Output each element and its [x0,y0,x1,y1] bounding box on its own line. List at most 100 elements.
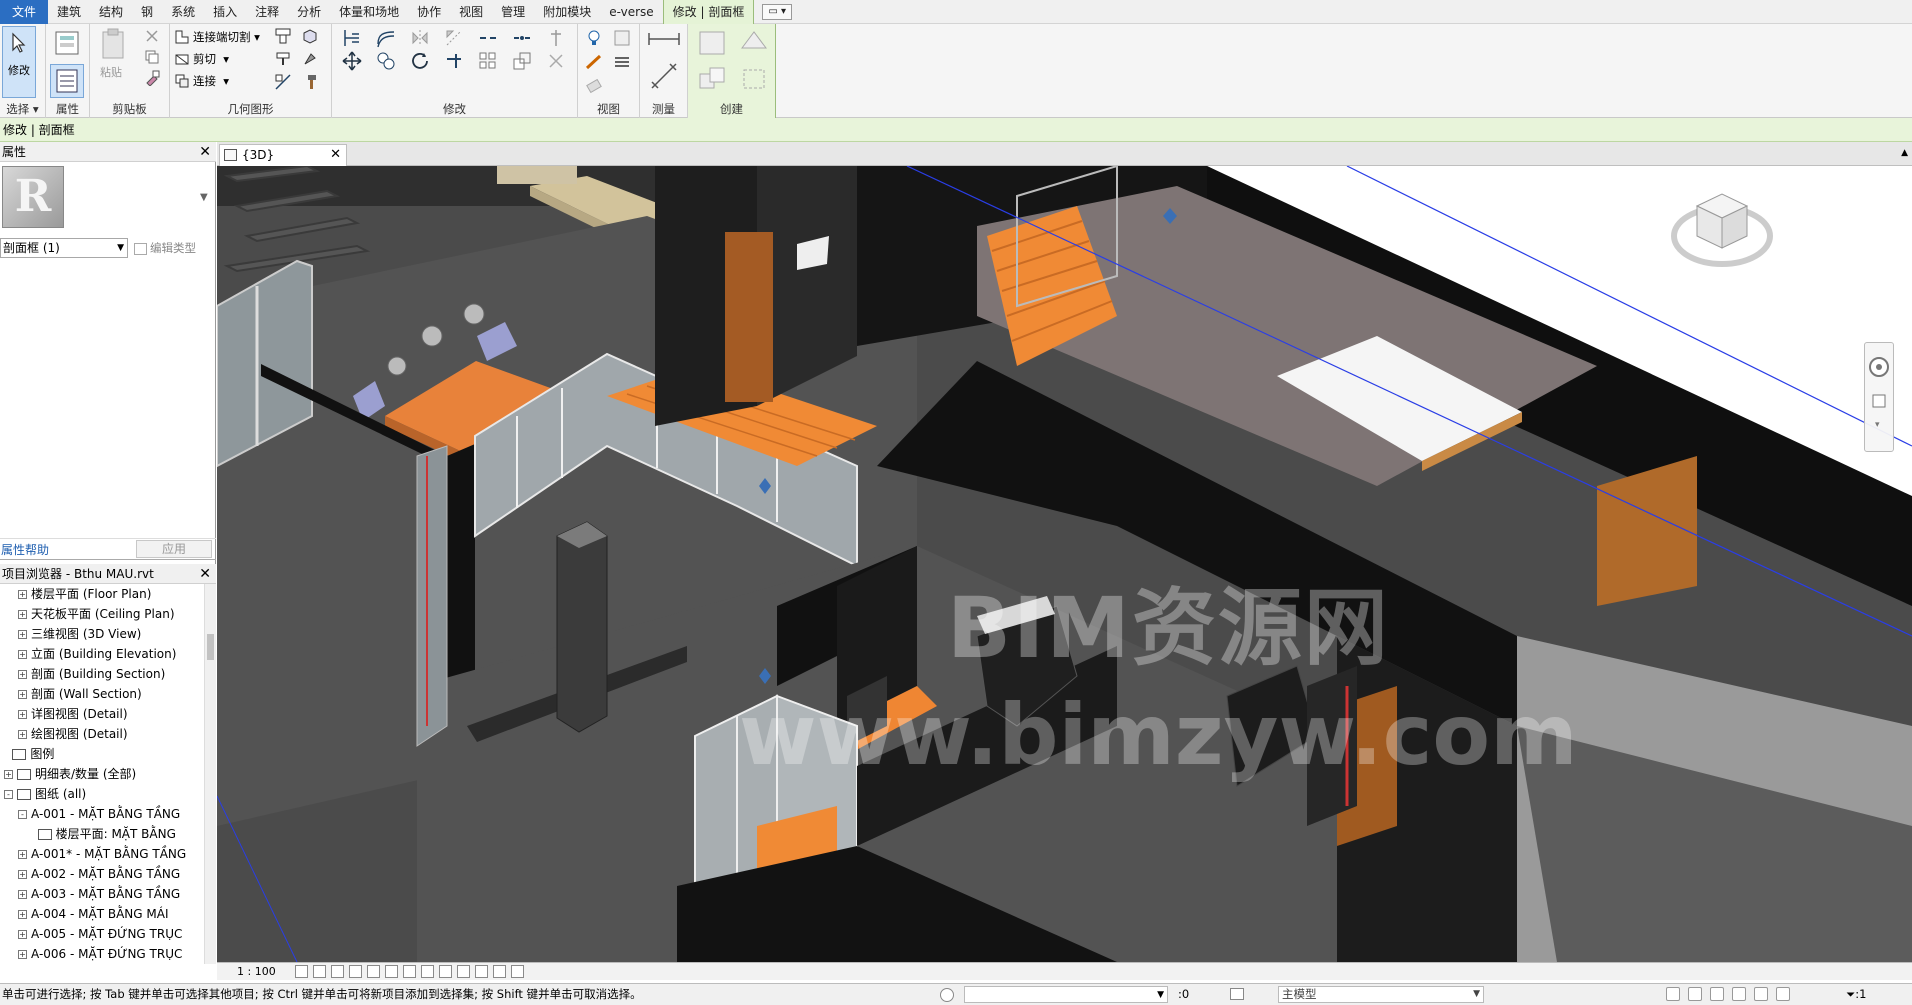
tree-item[interactable]: - A-001 - MẶT BẰNG TẦNG [0,804,204,824]
tree-item[interactable]: + 楼层平面 (Floor Plan) [0,584,204,604]
tree-item[interactable]: + A-004 - MẶT BẰNG MÁI [0,904,204,924]
hammer-icon[interactable] [301,73,319,91]
mirror-axis-icon[interactable] [410,28,430,48]
create-similar-icon[interactable] [738,64,770,94]
apply-button[interactable]: 应用 [136,540,212,558]
tree-item[interactable]: - 图纸 (all) [0,784,204,804]
show-crop-icon[interactable] [421,965,434,978]
tree-item[interactable]: 图例 [0,744,204,764]
sun-path-icon[interactable] [331,965,344,978]
expand-icon[interactable]: + [18,670,27,679]
background-process-icon[interactable] [1776,987,1790,1001]
array-icon[interactable] [478,51,498,71]
tab-ribbon-3[interactable]: 钢 [132,0,162,24]
analytical-model-icon[interactable] [475,965,488,978]
expand-icon[interactable]: + [18,910,27,919]
tab-ribbon-12[interactable]: 附加模块 [534,0,600,24]
tree-item[interactable]: + A-001* - MẶT BẰNG TẦNG [0,844,204,864]
expand-icon[interactable]: + [18,730,27,739]
tree-item[interactable]: + A-003 - MẶT BẰNG TẦNG [0,884,204,904]
highlight-displacement-icon[interactable] [493,965,506,978]
mirror-draw-icon[interactable] [444,28,464,48]
type-selector-dropdown[interactable]: 剖面框 (1) ▼ [0,238,128,258]
override-graphics-icon[interactable] [612,28,632,48]
tree-item[interactable]: 楼层平面: MẶT BẰNG [0,824,204,844]
expand-icon[interactable]: + [18,710,27,719]
linework-icon[interactable] [584,52,604,72]
expand-icon[interactable]: + [18,950,27,959]
tab-ribbon-1[interactable]: 建筑 [48,0,90,24]
split-element-icon[interactable] [478,28,498,48]
tree-item[interactable]: + 三维视图 (3D View) [0,624,204,644]
select-underlay-icon[interactable] [1688,987,1702,1001]
cut-scissors-icon[interactable] [144,28,160,44]
visual-style-icon[interactable] [313,965,326,978]
select-links-icon[interactable] [1666,987,1680,1001]
close-icon[interactable]: ✕ [330,145,341,165]
zoom-icon[interactable] [1872,394,1886,408]
hide-bulb-icon[interactable] [584,28,604,48]
pin-icon[interactable] [546,28,566,48]
create-assembly-icon[interactable] [696,28,728,58]
tab-ribbon-10[interactable]: 视图 [450,0,492,24]
tree-item[interactable]: + 详图视图 (Detail) [0,704,204,724]
tree-item[interactable]: + 立面 (Building Elevation) [0,644,204,664]
edit-type-button[interactable]: 编辑类型 [134,240,196,256]
properties-toggle-button[interactable] [50,64,84,98]
tree-item[interactable]: + 绘图视图 (Detail) [0,724,204,744]
workset-dropdown[interactable]: ▼ [964,986,1168,1003]
tree-item[interactable]: + A-006 - MẶT ĐỨNG TRỤC [0,944,204,964]
paint-icon[interactable] [274,50,292,68]
tab-modify-section-box[interactable]: 修改 | 剖面框 [662,0,755,24]
paste-icon[interactable] [100,28,126,60]
tab-ribbon-8[interactable]: 体量和场地 [330,0,408,24]
copy-icon[interactable] [144,49,160,65]
shadows-icon[interactable] [349,965,362,978]
design-option-dropdown[interactable]: 主模型 ▼ [1278,986,1484,1003]
expand-icon[interactable]: + [18,610,27,619]
unpin-icon[interactable] [546,51,566,71]
expand-icon[interactable]: + [18,690,27,699]
view-tab-3d[interactable]: {3D} ✕ [219,144,347,166]
chevron-down-icon[interactable]: ▼ [200,192,208,203]
cut-geometry-button[interactable]: 剪切 ▾ [174,49,229,69]
dimension-icon[interactable] [648,60,680,92]
tab-ribbon-13[interactable]: e-verse [600,0,662,24]
rotate-icon[interactable] [410,51,430,71]
chevron-down-icon[interactable]: ▾ [1875,420,1880,430]
collapse-icon[interactable]: - [18,810,27,819]
eraser-icon[interactable] [584,76,604,96]
scrollbar-thumb[interactable] [207,634,214,660]
select-pinned-icon[interactable] [1710,987,1724,1001]
split-tool-icon[interactable] [274,73,292,91]
tree-item[interactable]: + 天花板平面 (Ceiling Plan) [0,604,204,624]
close-icon[interactable]: ✕ [199,142,211,162]
connect-cut-button[interactable]: 连接端切割 ▾ [174,27,260,47]
join-geometry-button[interactable]: 连接 ▾ [174,71,229,91]
wall-joins-icon[interactable] [274,27,292,45]
temporary-hide-icon[interactable] [439,965,452,978]
tree-item[interactable]: + 明细表/数量 (全部) [0,764,204,784]
copy-element-icon[interactable] [376,51,396,71]
line-weight-icon[interactable] [612,52,632,72]
tab-file[interactable]: 文件 [0,0,49,24]
select-panel-title[interactable]: 选择 ▾ [0,101,45,118]
expand-icon[interactable]: + [18,930,27,939]
tree-item[interactable]: + 剖面 (Wall Section) [0,684,204,704]
split-face-icon[interactable] [301,27,319,45]
render-icon[interactable] [367,965,380,978]
split-with-gap-icon[interactable] [512,28,532,48]
tab-ribbon-2[interactable]: 结构 [90,0,132,24]
expand-icon[interactable]: + [18,630,27,639]
lock-view-icon[interactable] [385,965,398,978]
move-icon[interactable] [342,51,362,71]
filter-count[interactable]: ⏷:1 [1846,984,1866,1005]
ribbon-minimize-toggle[interactable]: ▭ ▾ [762,3,792,20]
view-scale[interactable]: 1 : 100 [237,963,276,980]
expand-icon[interactable]: + [18,590,27,599]
trim-extend-icon[interactable] [444,51,464,71]
create-group-icon[interactable] [696,64,728,94]
expand-icon[interactable]: + [18,650,27,659]
tab-ribbon-9[interactable]: 协作 [408,0,450,24]
modify-button[interactable]: 修改 [2,26,36,98]
